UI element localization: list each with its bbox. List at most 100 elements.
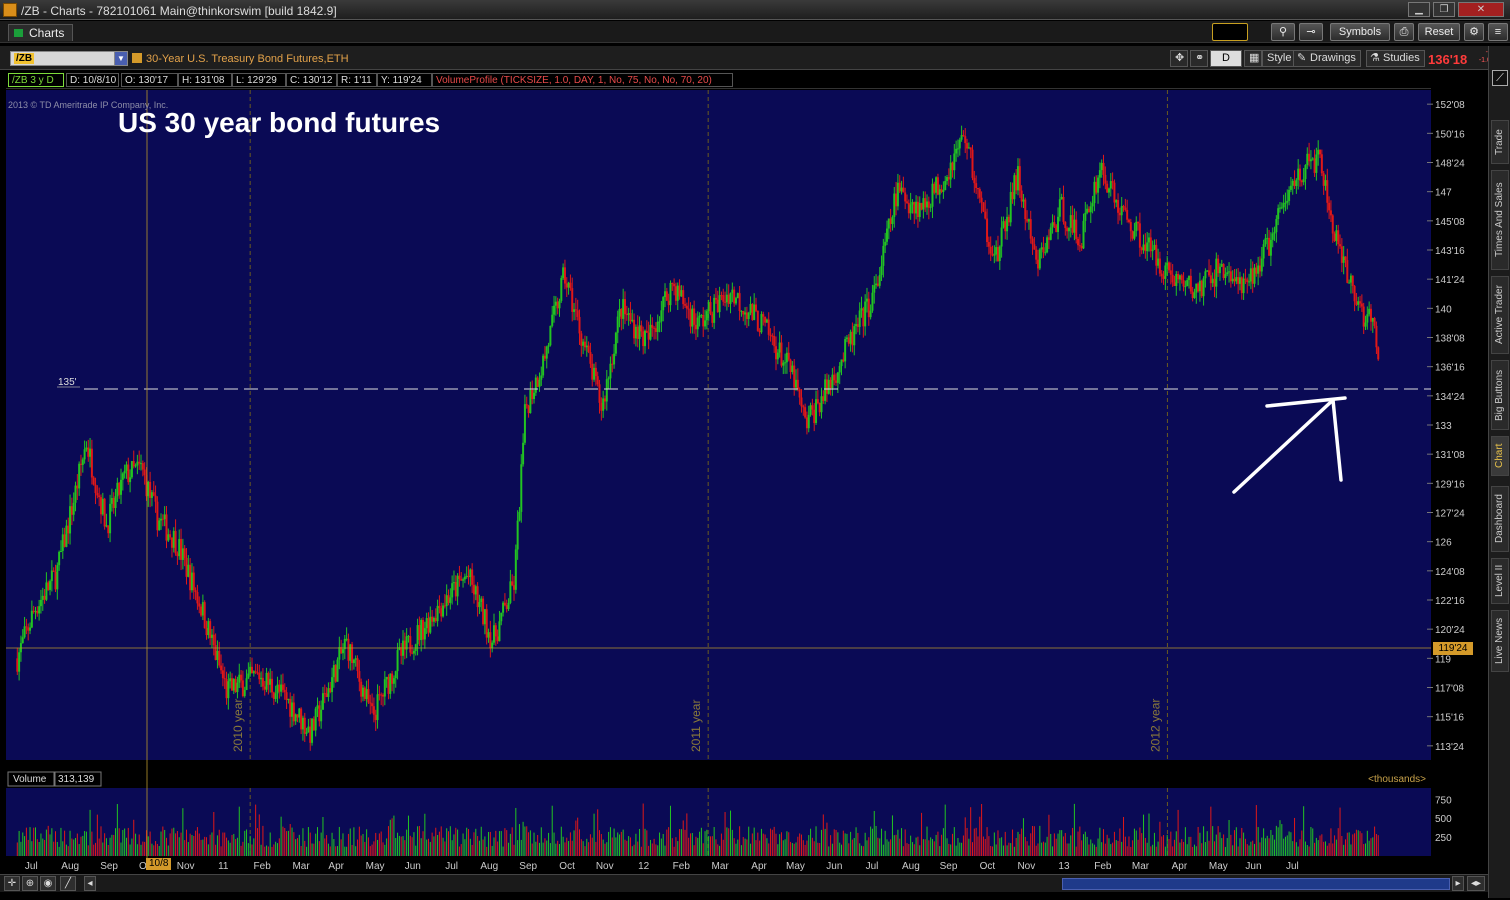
candle-body bbox=[1055, 225, 1058, 233]
candle-body bbox=[105, 525, 108, 527]
chart-mode-icon[interactable]: ⟋ bbox=[1492, 70, 1508, 86]
candle-body bbox=[514, 549, 517, 590]
candle-body bbox=[554, 301, 557, 306]
candle-body bbox=[341, 649, 344, 654]
pan-icon[interactable]: ✛ bbox=[4, 876, 20, 891]
horizontal-scrollbar[interactable] bbox=[1062, 878, 1450, 890]
candle-body bbox=[1115, 200, 1118, 203]
candle-body bbox=[1109, 181, 1112, 189]
candle-body bbox=[935, 177, 938, 193]
candle-body bbox=[880, 265, 883, 275]
sidebar-tab-live-news[interactable]: Live News bbox=[1491, 610, 1509, 672]
candle-body bbox=[32, 610, 35, 612]
sidebar-tab-big-buttons[interactable]: Big Buttons bbox=[1491, 360, 1509, 430]
candle-body bbox=[600, 402, 603, 411]
candle-body bbox=[118, 482, 121, 495]
candle-body bbox=[1215, 258, 1218, 287]
candle-body bbox=[1137, 221, 1140, 224]
candle-body bbox=[642, 331, 645, 347]
candle-body bbox=[447, 595, 450, 603]
candle-body bbox=[409, 636, 412, 653]
candle-body bbox=[167, 534, 170, 541]
candle-body bbox=[680, 290, 683, 297]
sidebar-tab-level-ii[interactable]: Level II bbox=[1491, 558, 1509, 604]
candle-body bbox=[962, 135, 965, 137]
candle-body bbox=[1140, 247, 1143, 251]
candle-body bbox=[694, 324, 697, 330]
zoom-in-icon[interactable]: ⊕ bbox=[22, 876, 38, 891]
candle-body bbox=[684, 304, 687, 306]
candle-body bbox=[574, 309, 577, 311]
chart-annotation-title[interactable]: US 30 year bond futures bbox=[118, 107, 440, 138]
month-tick-label: Jun bbox=[826, 861, 842, 872]
price-tick-label: 113'24 bbox=[1435, 742, 1464, 753]
candle-body bbox=[260, 677, 263, 680]
candle-body bbox=[1166, 262, 1169, 266]
candle-body bbox=[1317, 149, 1320, 155]
sidebar-tab-trade[interactable]: Trade bbox=[1491, 120, 1509, 164]
candle-body bbox=[59, 550, 62, 552]
candle-body bbox=[938, 189, 941, 195]
candle-body bbox=[1309, 159, 1312, 162]
candle-body bbox=[38, 606, 41, 614]
bottom-bar: ✛ ⊕ ◉ ╱ ◂ ▸ ◂▸ bbox=[0, 874, 1488, 892]
candle-body bbox=[1000, 227, 1003, 247]
candle-body bbox=[975, 183, 978, 188]
candle-body bbox=[835, 380, 838, 383]
month-tick-label: Apr bbox=[1172, 861, 1188, 872]
price-tick-label: 138'08 bbox=[1435, 334, 1465, 345]
candle-body bbox=[1058, 199, 1061, 217]
candle-body bbox=[1027, 219, 1030, 222]
month-tick-label: Jun bbox=[405, 861, 421, 872]
candle-body bbox=[716, 299, 719, 313]
candle-body bbox=[189, 564, 192, 591]
candle-body bbox=[809, 405, 812, 415]
candle-body bbox=[276, 684, 279, 694]
price-tick-label: 152'08 bbox=[1435, 100, 1465, 111]
menu-icon[interactable]: ≡ bbox=[1488, 23, 1508, 41]
month-tick-label: Oct bbox=[559, 861, 575, 872]
candle-body bbox=[291, 702, 294, 717]
magnifier-icon[interactable]: ◉ bbox=[40, 876, 56, 891]
candle-body bbox=[136, 461, 139, 466]
candle-body bbox=[1288, 189, 1291, 201]
price-chart[interactable]: 152'08 150'16 148'24 147 145'08 143'16 141'24 1… bbox=[0, 0, 1488, 900]
candle-body bbox=[396, 650, 399, 672]
candle-body bbox=[549, 325, 552, 346]
month-tick-label: Aug bbox=[61, 861, 79, 872]
expand-icon[interactable]: ◂▸ bbox=[1467, 876, 1485, 891]
candle-body bbox=[356, 658, 359, 672]
candle-body bbox=[169, 534, 172, 538]
sidebar-tab-dashboard[interactable]: Dashboard bbox=[1491, 486, 1509, 552]
candle-body bbox=[1222, 264, 1225, 279]
candle-body bbox=[553, 305, 556, 315]
candle-body bbox=[498, 621, 501, 642]
candle-body bbox=[505, 605, 508, 610]
candle-body bbox=[1240, 277, 1243, 294]
candle-body bbox=[1302, 179, 1305, 183]
candle-body bbox=[160, 518, 163, 521]
drawing-line-icon[interactable]: ╱ bbox=[60, 876, 76, 891]
scroll-left-icon[interactable]: ◂ bbox=[84, 876, 96, 891]
candle-body bbox=[267, 672, 270, 685]
candle-body bbox=[567, 282, 570, 288]
candle-body bbox=[936, 177, 939, 195]
candle-body bbox=[1337, 230, 1340, 245]
scroll-right-icon[interactable]: ▸ bbox=[1452, 876, 1464, 891]
candle-body bbox=[662, 297, 665, 311]
candle-body bbox=[489, 632, 492, 649]
candle-body bbox=[738, 293, 741, 312]
candle-body bbox=[216, 650, 219, 660]
candle-body bbox=[1016, 166, 1019, 191]
sidebar-tab-chart[interactable]: Chart bbox=[1491, 436, 1509, 476]
candle-body bbox=[21, 637, 24, 644]
candle-body bbox=[705, 311, 708, 321]
candle-body bbox=[389, 673, 392, 694]
sidebar-tab-active-trader[interactable]: Active Trader bbox=[1491, 276, 1509, 354]
candle-body bbox=[791, 365, 794, 373]
candle-body bbox=[482, 598, 485, 625]
candle-body bbox=[769, 334, 772, 336]
candle-body bbox=[407, 636, 410, 638]
sidebar-tab-times-and-sales[interactable]: Times And Sales bbox=[1491, 170, 1509, 270]
candle-body bbox=[620, 309, 623, 319]
